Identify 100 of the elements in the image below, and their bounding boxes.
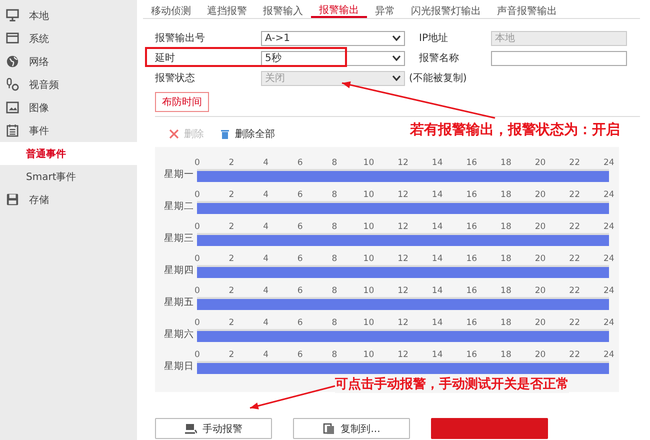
- tick-label: 18: [500, 350, 512, 360]
- tick-label: 20: [534, 350, 546, 360]
- caret-icon: [392, 55, 401, 61]
- tick-label: 20: [534, 254, 546, 264]
- tick-label: 10: [363, 254, 374, 264]
- tab[interactable]: 报警输出: [311, 0, 367, 18]
- tick-label: 14: [432, 318, 443, 328]
- tick-label: 6: [297, 190, 303, 200]
- day-label: 星期二: [164, 200, 195, 213]
- tick-label: 4: [263, 158, 268, 168]
- tab[interactable]: 报警输入: [255, 0, 311, 18]
- sidebar-item[interactable]: 网络: [29, 54, 49, 68]
- annotation-text: 可点击手动报警，手动测试开关是否正常: [335, 375, 569, 393]
- tick-label: 12: [398, 350, 408, 360]
- tick-label: 4: [263, 190, 268, 200]
- window-icon: [6, 32, 19, 45]
- tick-label: 20: [534, 318, 546, 328]
- tick-label: 0: [194, 222, 200, 232]
- tab[interactable]: 闪光报警灯输出: [403, 0, 489, 18]
- copy-icon: [322, 423, 335, 434]
- tick-label: 22: [569, 158, 580, 168]
- tick-label: 16: [466, 286, 478, 296]
- image-icon: [6, 101, 19, 114]
- tick-label: 0: [194, 190, 200, 200]
- tick-label: 8: [332, 286, 338, 296]
- sidebar-item[interactable]: Smart事件: [0, 165, 137, 188]
- tick-label: 12: [398, 254, 408, 264]
- tick-label: 8: [332, 190, 338, 200]
- tick-label: 14: [432, 222, 443, 232]
- tick-label: 10: [363, 350, 374, 360]
- globe-icon: [6, 55, 19, 68]
- field-label: 报警输出号: [155, 32, 206, 45]
- tick-label: 0: [194, 254, 200, 264]
- caret-icon: [392, 75, 401, 81]
- tick-label: 12: [398, 222, 408, 232]
- tick-label: 10: [363, 318, 374, 328]
- sidebar-item[interactable]: 图像: [29, 100, 49, 114]
- tick-label: 14: [432, 190, 443, 200]
- copy-button[interactable]: 复制到...: [293, 418, 410, 439]
- calendar-icon: [6, 124, 19, 137]
- tick-label: 14: [432, 350, 443, 360]
- day-label: 星期三: [164, 232, 195, 245]
- sidebar-item[interactable]: 存储: [29, 192, 49, 206]
- tick-label: 16: [466, 222, 478, 232]
- tick-label: 24: [603, 254, 614, 264]
- tick-label: 16: [466, 350, 478, 360]
- hint-text: (不能被复制): [409, 72, 467, 85]
- sidebar-item[interactable]: 事件: [29, 124, 49, 138]
- day-label: 星期一: [164, 168, 195, 181]
- tick-label: 0: [194, 286, 200, 296]
- tick-label: 22: [569, 222, 580, 232]
- dropdown[interactable]: A->1: [261, 30, 405, 46]
- monitor-icon: [6, 9, 19, 22]
- tick-label: 2: [228, 286, 234, 296]
- tick-label: 24: [603, 158, 614, 168]
- alarm-icon: [184, 423, 196, 434]
- field-label: 报警名称: [419, 52, 460, 65]
- tick-label: 2: [228, 158, 234, 168]
- tick-label: 18: [500, 190, 512, 200]
- tick-label: 22: [569, 190, 580, 200]
- dropdown[interactable]: 5秒: [261, 50, 405, 66]
- tab[interactable]: 布防时间: [155, 92, 209, 112]
- tick-label: 2: [228, 254, 234, 264]
- tick-label: 2: [228, 350, 234, 360]
- tab[interactable]: 移动侦测: [143, 0, 199, 18]
- input-field[interactable]: [491, 50, 627, 66]
- tick-label: 22: [569, 286, 580, 296]
- day-label: 星期五: [164, 296, 195, 309]
- sidebar-item[interactable]: 普通事件: [0, 142, 137, 165]
- day-label: 星期四: [164, 264, 195, 277]
- tick-label: 20: [534, 222, 546, 232]
- caret-icon: [392, 35, 401, 41]
- tick-label: 18: [500, 318, 512, 328]
- tick-label: 4: [263, 222, 268, 232]
- tab[interactable]: 遮挡报警: [199, 0, 255, 18]
- tick-label: 8: [332, 254, 338, 264]
- tab[interactable]: 异常: [367, 0, 403, 18]
- tick-label: 22: [569, 254, 580, 264]
- tick-label: 10: [363, 158, 374, 168]
- tick-label: 14: [432, 254, 443, 264]
- tick-label: 18: [500, 158, 512, 168]
- tick-label: 22: [569, 318, 580, 328]
- manual-alarm-button[interactable]: 手动报警: [155, 418, 272, 439]
- tick-label: 24: [603, 350, 614, 360]
- tick-label: 18: [500, 286, 512, 296]
- tick-label: 0: [194, 350, 200, 360]
- tick-label: 6: [297, 350, 303, 360]
- annotation-text: 若有报警输出，报警状态为：开启: [410, 121, 620, 139]
- tab[interactable]: 声音报警输出: [489, 0, 565, 18]
- field-label: 延时: [155, 52, 176, 65]
- tick-label: 6: [297, 158, 303, 168]
- tick-label: 8: [332, 318, 338, 328]
- tick-label: 4: [263, 254, 268, 264]
- sidebar-item[interactable]: 视音频: [29, 78, 59, 92]
- sidebar-item[interactable]: 系统: [29, 32, 49, 46]
- microphone-icon: [6, 78, 19, 91]
- sidebar-item[interactable]: 本地: [29, 8, 49, 22]
- tick-label: 20: [534, 190, 546, 200]
- delete-all-button[interactable]: 删除全部: [220, 127, 275, 141]
- tick-label: 8: [332, 158, 338, 168]
